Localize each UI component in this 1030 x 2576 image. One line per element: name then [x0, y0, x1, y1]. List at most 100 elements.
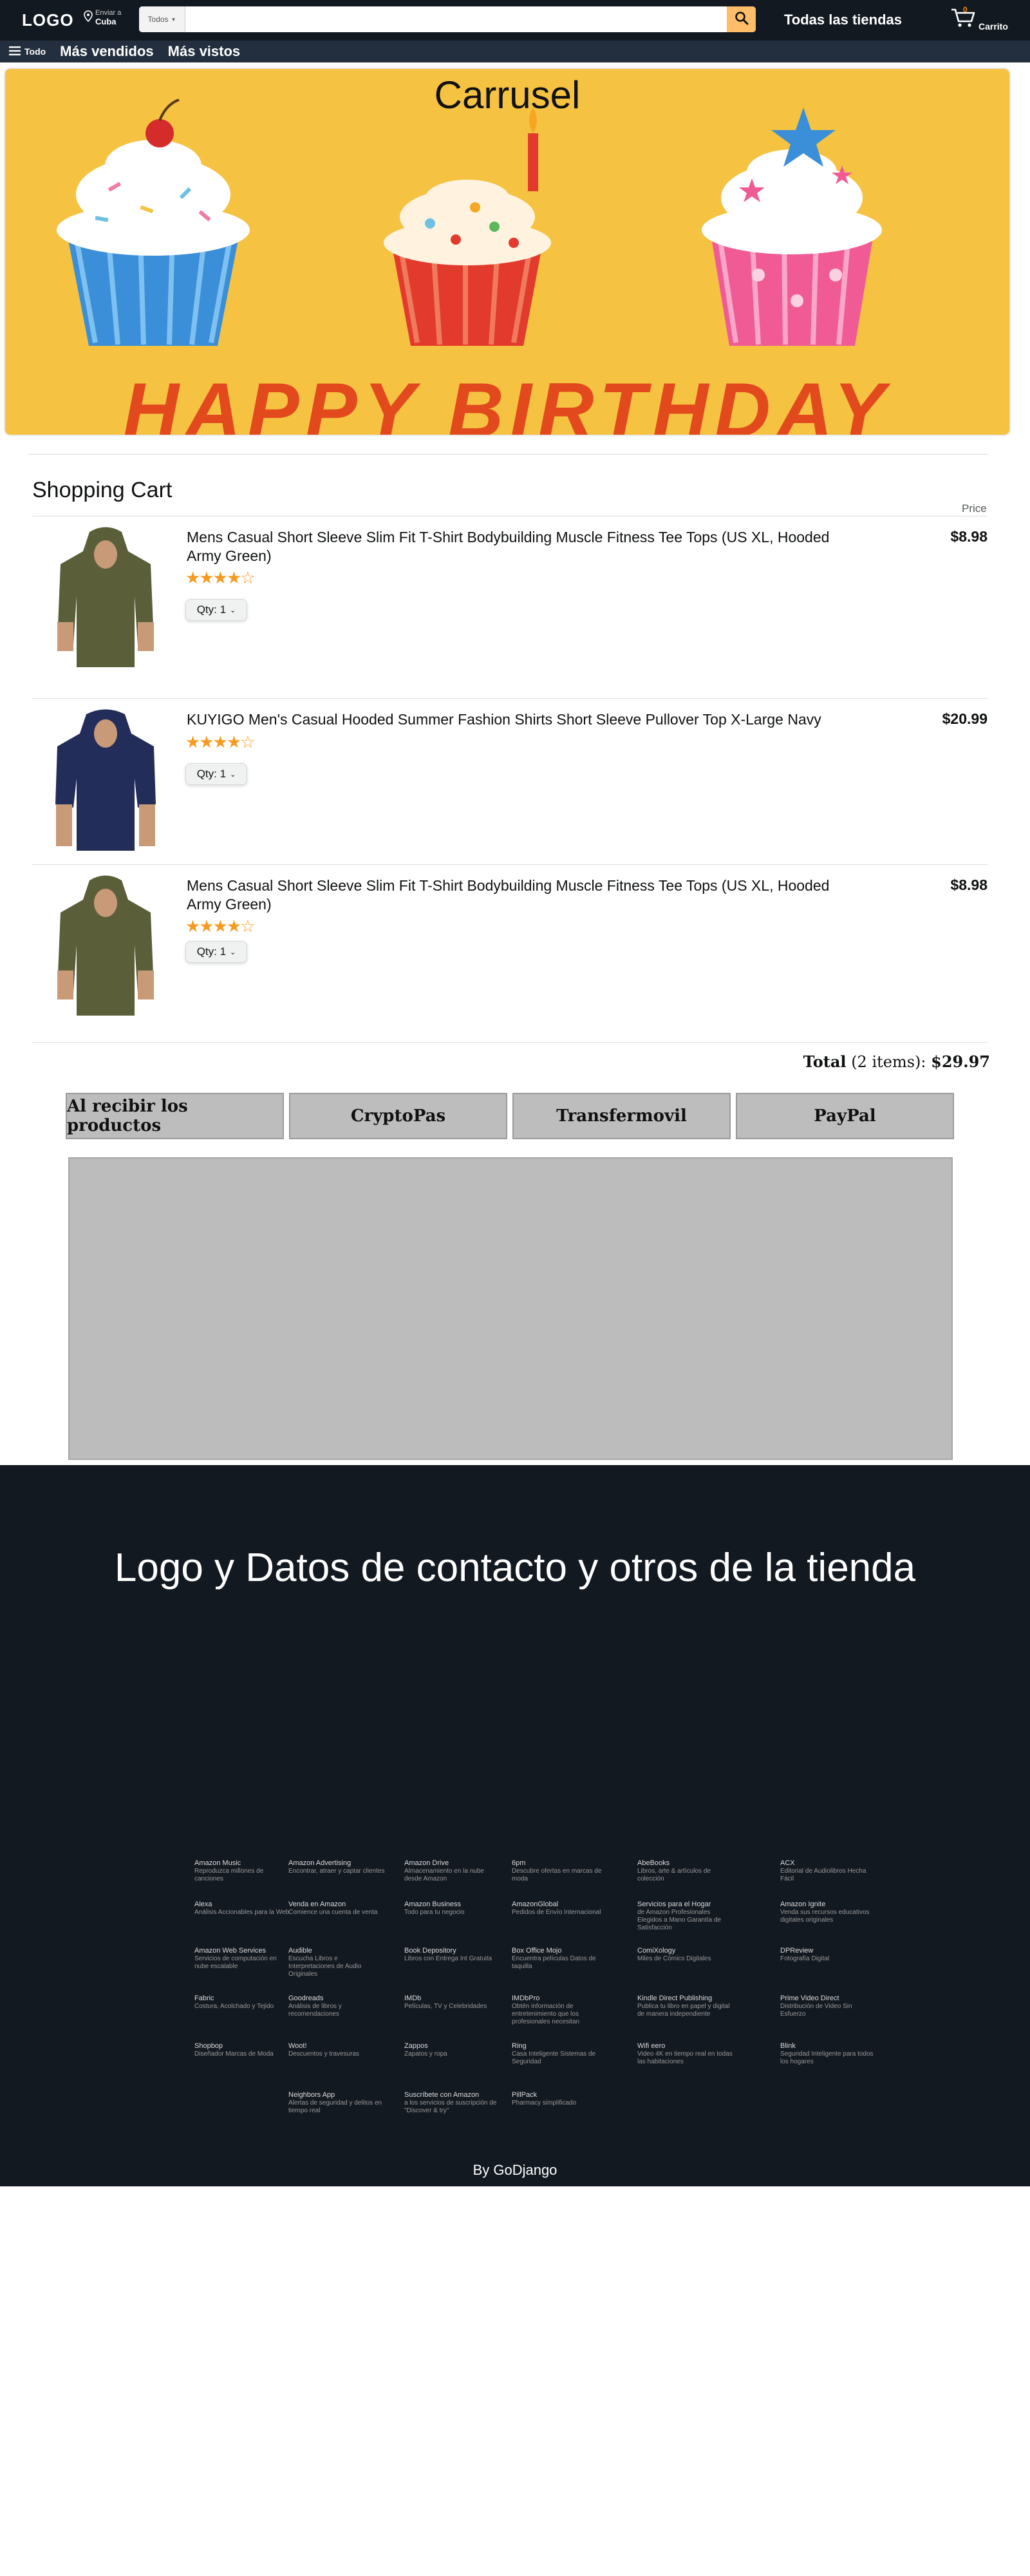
- all-stores-link[interactable]: Todas las tiendas: [784, 12, 902, 28]
- footer-link[interactable]: ACX Editorial de Audiolibros Hecha Fácil: [780, 1859, 877, 1883]
- footer-link-title: Goodreads: [288, 1994, 324, 2002]
- search-input[interactable]: [185, 6, 727, 32]
- quantity-select[interactable]: Qty: 1 ⌄: [185, 599, 247, 621]
- footer-link[interactable]: Amazon Drive Almacenamiento en la nube de…: [404, 1859, 501, 1883]
- footer-link-subtitle: Escucha Libros e Interpretaciones de Aud…: [288, 1955, 362, 1978]
- footer-link-title: Amazon Advertising: [288, 1859, 351, 1867]
- footer-link-subtitle: Publica tu libro en papel y digital de m…: [637, 2003, 730, 2018]
- cart-label: Carrito: [979, 21, 1008, 32]
- footer: Logo y Datos de contacto y otros de la t…: [0, 1465, 1030, 2186]
- footer-link-subtitle: Encontrar, atraer y captar clientes: [288, 1868, 385, 1875]
- footer-link[interactable]: Prime Video Direct Distribución de Video …: [780, 1994, 877, 2018]
- footer-link-subtitle: Encuentra películas Datos de taquilla: [512, 1955, 596, 1970]
- footer-link-subtitle: Distribución de Video Sin Esfuerzo: [780, 2003, 852, 2018]
- store-logo[interactable]: LOGO: [22, 10, 74, 30]
- tab-paypal[interactable]: PayPal: [736, 1093, 954, 1139]
- nav-link-best-sellers[interactable]: Más vendidos: [60, 43, 153, 60]
- footer-link[interactable]: IMDbPro Obtén información de entretenimie…: [512, 1994, 608, 2026]
- footer-link-title: Venda en Amazon: [288, 1900, 346, 1908]
- footer-link-title: PillPack: [512, 2091, 538, 2099]
- footer-link[interactable]: Shopbop Diseñador Marcas de Moda: [194, 2042, 291, 2058]
- footer-link-subtitle: Películas, TV y Celebridades: [404, 2003, 487, 2010]
- footer-link[interactable]: 6pm Descubre ofertas en marcas de moda: [512, 1859, 608, 1883]
- footer-link-subtitle: Libros, arte & artículos de colección: [637, 1868, 711, 1882]
- footer-link[interactable]: Fabric Costura, Acolchado y Tejido: [194, 1994, 291, 2011]
- footer-link[interactable]: Amazon Ignite Venda sus recursos educativ…: [780, 1900, 877, 1924]
- cart-item: KUYIGO Men's Casual Hooded Summer Fashio…: [32, 699, 988, 865]
- footer-link[interactable]: Blink Seguridad Inteligente para todos lo…: [780, 2042, 877, 2066]
- footer-link[interactable]: Amazon Business Todo para tu negocio: [404, 1900, 501, 1917]
- footer-link-title: Ring: [512, 2042, 527, 2050]
- footer-link-subtitle: de Amazon Profesionales Elegidos a Mano …: [637, 1909, 722, 1931]
- chevron-down-icon: ⌄: [230, 770, 236, 779]
- deliver-to[interactable]: Enviar a Cuba: [84, 8, 121, 26]
- product-image[interactable]: [54, 526, 157, 670]
- footer-link-title: Amazon Music: [194, 1859, 241, 1867]
- footer-link-subtitle: Zapatos y ropa: [404, 2050, 447, 2058]
- item-name[interactable]: KUYIGO Men's Casual Hooded Summer Fashio…: [187, 710, 850, 729]
- footer-link[interactable]: Servicios para el Hogar de Amazon Profesi…: [637, 1900, 734, 1932]
- cart-button[interactable]: 0 Carrito: [950, 5, 1008, 32]
- footer-link[interactable]: IMDb Películas, TV y Celebridades: [404, 1994, 501, 2011]
- footer-link[interactable]: Woot! Descuentos y travesuras: [288, 2042, 385, 2058]
- tab-pay-on-delivery[interactable]: Al recibir los productos: [66, 1093, 284, 1139]
- footer-link[interactable]: PillPack Pharmacy simplificado: [512, 2091, 608, 2107]
- all-menu-button[interactable]: Todo: [9, 46, 46, 57]
- item-name[interactable]: Mens Casual Short Sleeve Slim Fit T-Shir…: [187, 528, 850, 565]
- cart-total: Total (2 items): $29.97: [803, 1052, 990, 1071]
- footer-link[interactable]: Amazon Music Reproduzca millones de canci…: [194, 1859, 291, 1883]
- footer-link-subtitle: Reproduzca millones de canciones: [194, 1868, 264, 1882]
- tab-cryptopas[interactable]: CryptoPas: [289, 1093, 507, 1139]
- footer-link[interactable]: Ring Casa Inteligente Sistemas de Segurid…: [512, 2042, 608, 2066]
- footer-link-title: ACX: [780, 1859, 795, 1867]
- footer-link-subtitle: Descuentos y travesuras: [288, 2050, 360, 2058]
- footer-link-subtitle: Descubre ofertas en marcas de moda: [512, 1868, 602, 1882]
- footer-link[interactable]: Kindle Direct Publishing Publica tu libro…: [637, 1994, 734, 2018]
- footer-link[interactable]: Neighbors App Alertas de seguridad y deli…: [288, 2091, 385, 2115]
- footer-link-subtitle: Diseñador Marcas de Moda: [194, 2050, 274, 2058]
- footer-link-title: ComiXology: [637, 1947, 676, 1955]
- footer-link-subtitle: Análisis de libros y recomendaciones: [288, 2003, 342, 2018]
- quantity-select[interactable]: Qty: 1 ⌄: [185, 941, 247, 963]
- product-image[interactable]: [54, 708, 157, 852]
- footer-link-title: Audible: [288, 1947, 312, 1955]
- footer-link[interactable]: Goodreads Análisis de libros y recomendac…: [288, 1994, 385, 2018]
- footer-link-subtitle: Pedidos de Envío Internacional: [512, 1909, 601, 1916]
- footer-link[interactable]: Alexa Análisis Accionables para la Web: [194, 1900, 291, 1917]
- footer-link[interactable]: DPReview Fotografía Digital: [780, 1947, 877, 1963]
- footer-link[interactable]: Amazon Advertising Encontrar, atraer y ca…: [288, 1859, 385, 1875]
- item-price: $8.98: [950, 876, 988, 893]
- footer-link[interactable]: Wifi eero Video 4K en tiempo real en toda…: [637, 2042, 734, 2066]
- carousel-banner[interactable]: Carrusel HAPPY BIRTHDAY: [5, 69, 1009, 435]
- deliver-label: Enviar a: [95, 9, 122, 17]
- cart-item: Mens Casual Short Sleeve Slim Fit T-Shir…: [32, 516, 988, 699]
- footer-link-subtitle: Análisis Accionables para la Web: [194, 1909, 290, 1916]
- footer-link[interactable]: AbeBooks Libros, arte & artículos de cole…: [637, 1859, 734, 1883]
- footer-link[interactable]: Venda en Amazon Comience una cuenta de ve…: [288, 1900, 385, 1917]
- total-amount: $29.97: [931, 1052, 990, 1071]
- footer-link[interactable]: ComiXology Miles de Cómics Digitales: [637, 1947, 734, 1963]
- search-category-select[interactable]: Todos ▼: [139, 6, 185, 32]
- footer-link[interactable]: Audible Escucha Libros e Interpretaciones…: [288, 1947, 385, 1978]
- footer-link[interactable]: Book Depository Libros con Entrega Int Gr…: [404, 1947, 501, 1963]
- footer-link[interactable]: Zappos Zapatos y ropa: [404, 2042, 501, 2058]
- footer-headline: Logo y Datos de contacto y otros de la t…: [114, 1546, 916, 1590]
- footer-link-subtitle: Casa Inteligente Sistemas de Seguridad: [512, 2050, 596, 2065]
- item-price: $8.98: [950, 528, 988, 545]
- footer-link[interactable]: Suscríbete con Amazon a los servicios de …: [404, 2091, 501, 2115]
- footer-link[interactable]: Amazon Web Services Servicios de computac…: [194, 1947, 291, 1971]
- footer-link[interactable]: AmazonGlobal Pedidos de Envío Internacion…: [512, 1900, 608, 1917]
- tab-transfermovil[interactable]: Transfermovil: [512, 1093, 731, 1139]
- product-image[interactable]: [54, 874, 157, 1018]
- footer-link-title: Amazon Business: [404, 1900, 462, 1908]
- search-bar: Todos ▼: [139, 6, 756, 32]
- footer-link-title: 6pm: [512, 1859, 526, 1867]
- quantity-select[interactable]: Qty: 1 ⌄: [185, 763, 247, 785]
- footer-link[interactable]: Box Office Mojo Encuentra películas Datos…: [512, 1947, 608, 1971]
- item-name[interactable]: Mens Casual Short Sleeve Slim Fit T-Shir…: [187, 876, 850, 914]
- nav-link-most-viewed[interactable]: Más vistos: [168, 43, 241, 60]
- cart-count: 0: [963, 5, 968, 14]
- footer-link-title: Prime Video Direct: [780, 1994, 839, 2002]
- search-button[interactable]: [727, 6, 756, 32]
- footer-link-subtitle: Libros con Entrega Int Gratuita: [404, 1955, 492, 1962]
